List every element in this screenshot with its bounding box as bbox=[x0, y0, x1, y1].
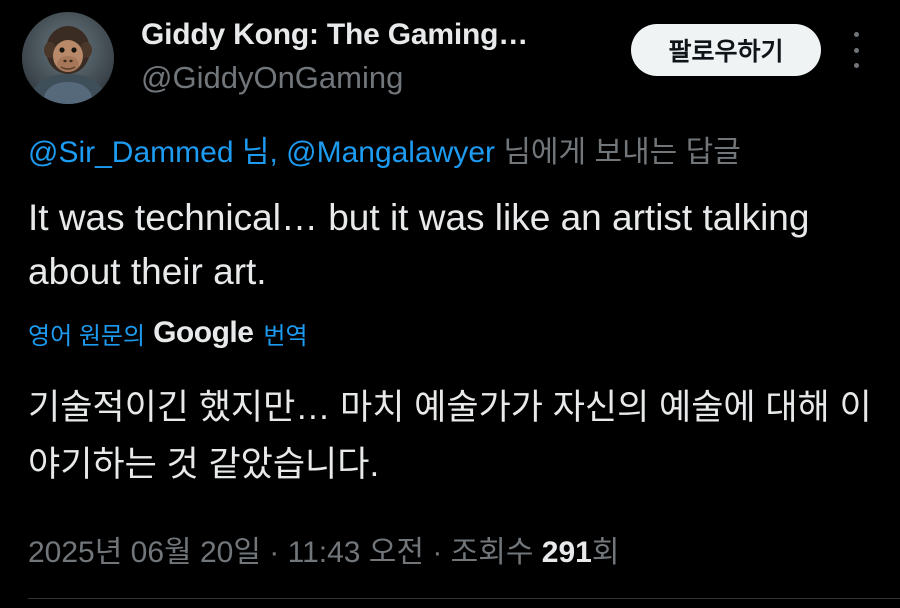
reply-separator: 님, bbox=[233, 136, 287, 169]
tweet-header: Giddy Kong: The Gaming… @GiddyOnGaming 팔… bbox=[0, 0, 900, 120]
reply-context: @Sir_Dammed 님, @Mangalawyer 님에게 보내는 답글 bbox=[28, 127, 741, 171]
translation-attribution[interactable]: 영어 원문의 Google 번역 bbox=[28, 316, 308, 350]
reply-suffix: 님에게 보내는 답글 bbox=[495, 136, 741, 169]
view-count-unit: 회 bbox=[591, 536, 620, 569]
author-handle[interactable]: @GiddyOnGaming bbox=[141, 60, 403, 96]
timestamp[interactable]: 2025년 06월 20일 · 11:43 오전 · 조회수 bbox=[28, 536, 542, 569]
translation-suffix: 번역 bbox=[263, 322, 308, 350]
follow-button[interactable]: 팔로우하기 bbox=[631, 24, 821, 76]
tweet-metadata: 2025년 06월 20일 · 11:43 오전 · 조회수 291회 bbox=[28, 527, 619, 571]
mention-link[interactable]: @Mangalawyer bbox=[286, 136, 495, 169]
google-logo: Google bbox=[153, 316, 254, 349]
author-display-name[interactable]: Giddy Kong: The Gaming… bbox=[141, 18, 528, 52]
more-dot bbox=[853, 47, 859, 53]
more-vertical-icon[interactable] bbox=[846, 32, 866, 68]
avatar[interactable] bbox=[22, 12, 114, 104]
more-dot bbox=[853, 63, 859, 68]
more-dot bbox=[853, 32, 859, 37]
mention-link[interactable]: @Sir_Dammed bbox=[28, 136, 234, 169]
chimpanzee-avatar-icon bbox=[22, 12, 114, 104]
translated-text: 기술적이긴 했지만… 마치 예술가가 자신의 예술에 대해 이야기하는 것 같았… bbox=[28, 388, 872, 484]
translation-prefix: 영어 원문의 bbox=[28, 322, 146, 350]
tweet-text: It was technical… but it was like an art… bbox=[28, 197, 810, 292]
divider bbox=[28, 598, 900, 599]
view-count: 291 bbox=[541, 536, 592, 569]
